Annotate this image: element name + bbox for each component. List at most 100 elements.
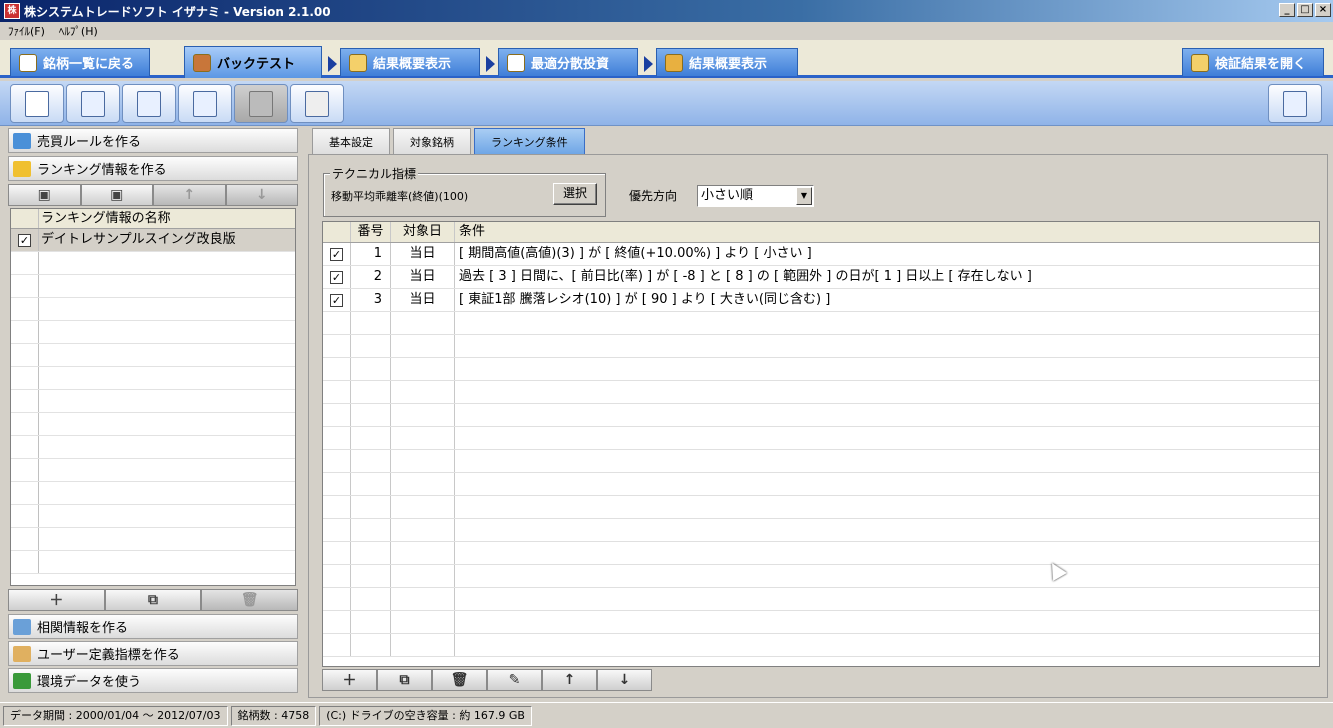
table-row[interactable]	[323, 542, 1319, 565]
step-summary-1[interactable]: 結果概要表示	[340, 48, 480, 76]
step-back-to-list[interactable]: 銘柄一覧に戻る	[10, 48, 150, 76]
list-item[interactable]: ✓ デイトレサンプルスイング改良版	[11, 229, 295, 252]
select-indicator-button[interactable]: 選択	[553, 183, 597, 205]
priority-label: 優先方向	[629, 189, 678, 203]
minimize-button[interactable]: _	[1279, 3, 1295, 17]
save-button[interactable]: ▣	[8, 184, 81, 206]
save-as-button[interactable]: ▣	[80, 184, 153, 206]
list-item[interactable]	[11, 321, 295, 344]
list-item[interactable]	[11, 298, 295, 321]
list-item[interactable]	[11, 459, 295, 482]
condition-checkbox[interactable]: ✓	[330, 248, 343, 261]
section-trade-rules[interactable]: 売買ルールを作る	[8, 128, 298, 153]
menu-help[interactable]: ﾍﾙﾌﾟ(H)	[59, 23, 98, 39]
export-icon	[137, 90, 161, 117]
step-optimal-investment[interactable]: 最適分散投資	[498, 48, 638, 76]
list-item[interactable]	[11, 505, 295, 528]
table-row[interactable]	[323, 312, 1319, 335]
tab-ranking-conditions[interactable]: ランキング条件	[474, 128, 585, 154]
table-row[interactable]	[323, 427, 1319, 450]
step-label: 銘柄一覧に戻る	[43, 57, 135, 72]
grid-header: 番号 対象日 条件	[323, 222, 1319, 243]
group-legend: テクニカル指標	[330, 165, 419, 182]
table-row[interactable]	[323, 496, 1319, 519]
step-summary-2[interactable]: 結果概要表示	[656, 48, 798, 76]
list-item[interactable]	[11, 367, 295, 390]
table-row[interactable]	[323, 358, 1319, 381]
list-item[interactable]	[11, 413, 295, 436]
move-condition-down-button[interactable]: ↓	[597, 669, 652, 691]
list-item[interactable]	[11, 275, 295, 298]
close-button[interactable]: ×	[1315, 3, 1331, 17]
item-checkbox[interactable]: ✓	[18, 234, 31, 247]
menu-bar: ﾌｧｲﾙ(F) ﾍﾙﾌﾟ(H)	[0, 22, 1333, 40]
import-button[interactable]	[178, 84, 232, 123]
list-item[interactable]	[11, 252, 295, 275]
move-condition-up-button[interactable]: ↑	[542, 669, 597, 691]
table-row[interactable]: ✓ 3 当日 [ 東証1部 騰落レシオ(10) ] が [ 90 ] より [ 大きい…	[323, 289, 1319, 312]
tab-target-stocks[interactable]: 対象銘柄	[393, 128, 471, 154]
cell-number: 1	[351, 243, 391, 265]
table-row[interactable]: ✓ 1 当日 [ 期間高値(高値)(3) ] が [ 終値(+10.00%) ] より…	[323, 243, 1319, 266]
maximize-button[interactable]: □	[1297, 3, 1313, 17]
move-up-button[interactable]: ↑	[153, 184, 226, 206]
list-item[interactable]	[11, 551, 295, 574]
step-backtest[interactable]: バックテスト	[184, 46, 322, 78]
run-button[interactable]	[234, 84, 288, 123]
list-item[interactable]	[11, 344, 295, 367]
copy-condition-button[interactable]: ⧉	[377, 669, 432, 691]
column-header-condition: 条件	[459, 224, 486, 239]
import-icon	[193, 90, 217, 117]
section-label: 売買ルールを作る	[37, 135, 142, 150]
table-row[interactable]: ✓ 2 当日 過去 [ 3 ] 日間に、[ 前日比(率) ] が [ -8 ] と […	[323, 266, 1319, 289]
crown-icon	[13, 160, 31, 177]
step-label: バックテスト	[217, 57, 296, 72]
table-row[interactable]	[323, 634, 1319, 657]
cell-target-day: 当日	[391, 289, 455, 311]
open-button[interactable]	[66, 84, 120, 123]
delete-button[interactable]: 🗑	[201, 589, 299, 611]
priority-select[interactable]: 小さい順 ▼	[697, 185, 814, 207]
edit-condition-button[interactable]: ✎	[487, 669, 542, 691]
window-title: 株システムトレードソフト イザナミ - Version 2.1.00	[24, 4, 331, 19]
cell-number: 2	[351, 266, 391, 288]
move-down-button[interactable]: ↓	[225, 184, 298, 206]
step-bar: 銘柄一覧に戻る バックテスト 結果概要表示 最適分散投資 結果概要表示 検証結果…	[0, 40, 1333, 78]
list-item[interactable]	[11, 528, 295, 551]
open-icon	[81, 90, 105, 117]
table-row[interactable]	[323, 519, 1319, 542]
table-row[interactable]	[323, 381, 1319, 404]
tools-button[interactable]	[290, 84, 344, 123]
chevron-down-icon: ▼	[796, 187, 812, 205]
tab-basic-settings[interactable]: 基本設定	[312, 128, 390, 154]
menu-file[interactable]: ﾌｧｲﾙ(F)	[8, 23, 45, 39]
section-label: ランキング情報を作る	[37, 163, 167, 178]
list-item[interactable]	[11, 482, 295, 505]
condition-checkbox[interactable]: ✓	[330, 271, 343, 284]
correlation-icon	[13, 618, 31, 635]
section-env-data[interactable]: 環境データを使う	[8, 668, 298, 693]
step-open-results[interactable]: 検証結果を開く	[1182, 48, 1324, 76]
cell-condition: [ 期間高値(高値)(3) ] が [ 終値(+10.00%) ] より [ 小…	[459, 246, 812, 261]
delete-condition-button[interactable]: 🗑	[432, 669, 487, 691]
table-row[interactable]	[323, 450, 1319, 473]
table-row[interactable]	[323, 611, 1319, 634]
condition-checkbox[interactable]: ✓	[330, 294, 343, 307]
add-button[interactable]: ＋	[8, 589, 105, 611]
table-row[interactable]	[323, 473, 1319, 496]
sprout-icon	[13, 672, 31, 689]
list-item[interactable]	[11, 436, 295, 459]
table-row[interactable]	[323, 335, 1319, 358]
copy-button[interactable]: ⧉	[104, 589, 202, 611]
add-condition-button[interactable]: ＋	[322, 669, 377, 691]
table-row[interactable]	[323, 588, 1319, 611]
settings-button[interactable]	[1268, 84, 1322, 123]
section-user-indicator[interactable]: ユーザー定義指標を作る	[8, 641, 298, 666]
table-row[interactable]	[323, 404, 1319, 427]
export-button[interactable]	[122, 84, 176, 123]
list-item[interactable]	[11, 390, 295, 413]
table-row[interactable]	[323, 565, 1319, 588]
section-correlation[interactable]: 相関情報を作る	[8, 614, 298, 639]
section-ranking-info[interactable]: ランキング情報を作る	[8, 156, 298, 181]
new-button[interactable]	[10, 84, 64, 123]
